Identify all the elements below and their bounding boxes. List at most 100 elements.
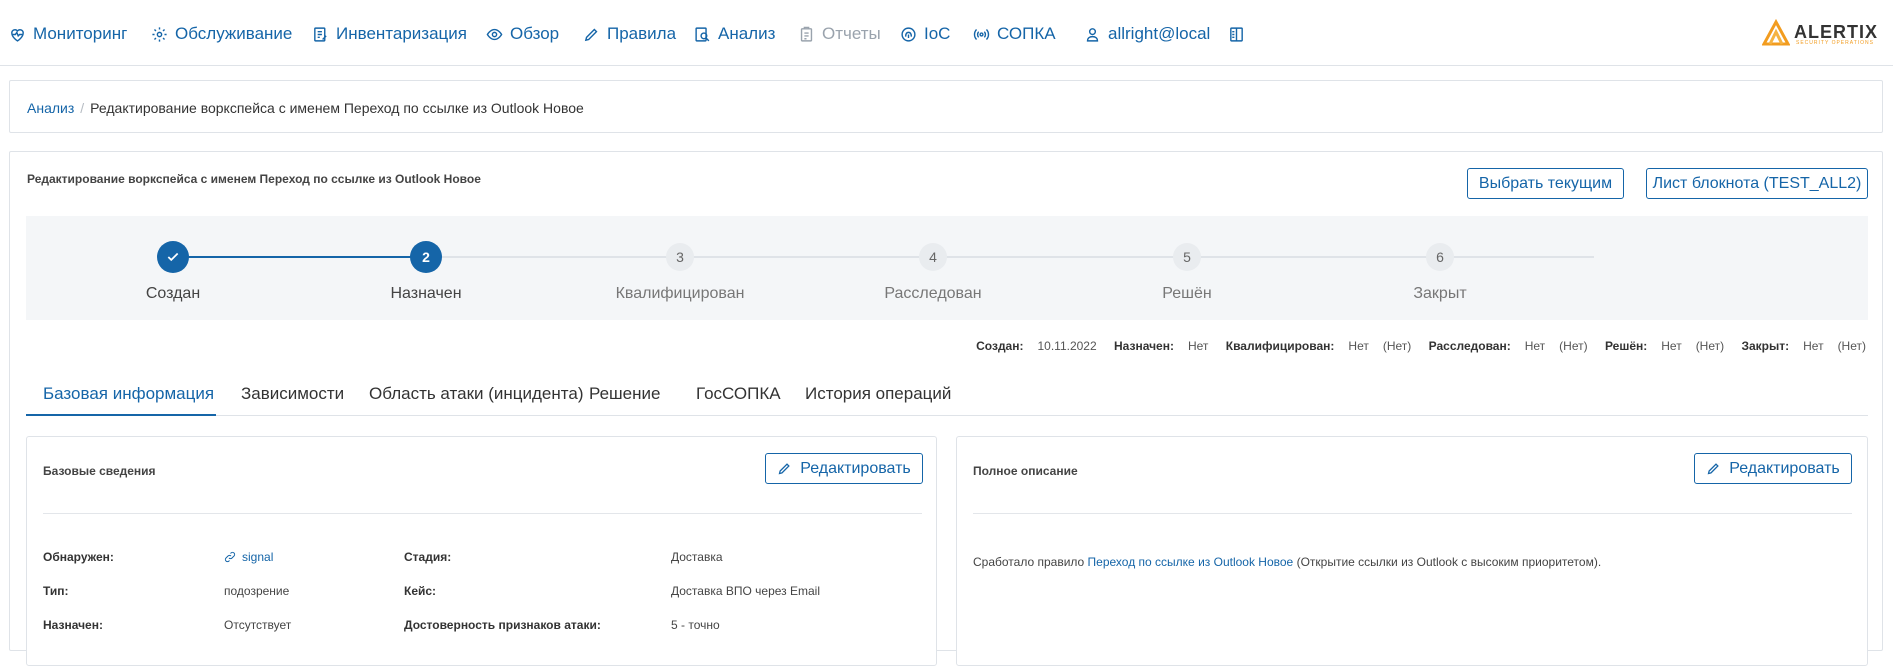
nav-user[interactable]: allright@local	[1084, 23, 1210, 45]
assigned-field-label: Назначен:	[43, 618, 103, 632]
report-icon	[800, 26, 813, 42]
step-4-label: Расследован	[884, 285, 982, 302]
step-connector-rest	[426, 256, 1594, 258]
step-3-label: Квалифицирован	[615, 285, 745, 302]
nav-rules-label: Правила	[607, 24, 677, 43]
check-icon	[167, 252, 179, 262]
pencil-icon	[1707, 463, 1719, 475]
breadcrumb-analysis-link[interactable]: Анализ	[27, 100, 74, 116]
fingerprint-icon	[901, 26, 916, 42]
workspace-panel: Редактирование воркспейса с именем Перех…	[9, 151, 1883, 666]
detected-link[interactable]: signal	[224, 550, 273, 564]
page-title: Редактирование воркспейса с именем Перех…	[27, 172, 481, 186]
nav-maintenance[interactable]: Обслуживание	[151, 23, 292, 45]
confidence-label: Достоверность признаков атаки:	[404, 618, 601, 632]
nav-rules[interactable]: Правила	[583, 23, 676, 45]
solved-value: Нет	[1661, 339, 1682, 353]
nav-sopka-label: СОПКА	[997, 24, 1056, 43]
step-3-circle: 3	[666, 243, 694, 271]
nav-inventory[interactable]: Инвентаризация	[312, 23, 467, 45]
top-navigation: Мониторинг Обслуживание Инвентаризация О…	[0, 0, 1893, 66]
tab-basic-info[interactable]: Базовая информация	[43, 384, 214, 404]
nav-monitoring[interactable]: Мониторинг	[9, 23, 127, 45]
step-2-label: Назначен	[390, 285, 462, 302]
basic-info-card: Базовые сведения Редактировать Обнаружен…	[26, 436, 937, 666]
investigated-extra: (Нет)	[1559, 339, 1588, 353]
closed-extra: (Нет)	[1837, 339, 1866, 353]
created-value: 10.11.2022	[1037, 339, 1097, 353]
breadcrumb: Анализ / Редактирование воркспейса с имене…	[27, 100, 584, 116]
stage-value: Доставка	[671, 550, 723, 564]
nav-monitoring-label: Мониторинг	[33, 24, 128, 43]
description-divider	[973, 513, 1852, 514]
description-suffix: (Открытие ссылки из Outlook с высоким пр…	[1293, 555, 1602, 569]
step-6-circle: 6	[1426, 243, 1454, 271]
pencil-icon	[584, 28, 598, 41]
step-1-label: Создан	[145, 285, 201, 302]
brand-name: ALERTIX	[1794, 22, 1879, 42]
nav-reports-label: Отчеты	[822, 24, 881, 43]
tab-dependencies[interactable]: Зависимости	[241, 384, 344, 404]
nav-ioc[interactable]: IoC	[900, 23, 950, 45]
breadcrumb-panel: Анализ / Редактирование воркспейса с имене…	[9, 80, 1883, 133]
brand-tagline: SECURITY OPERATIONS	[1796, 40, 1874, 46]
investigated-label: Расследован:	[1428, 339, 1511, 353]
assigned-label: Назначен:	[1114, 339, 1174, 353]
nav-analysis-label: Анализ	[718, 24, 776, 43]
nav-analysis[interactable]: Анализ	[694, 23, 775, 45]
nav-inventory-label: Инвентаризация	[336, 24, 467, 43]
breadcrumb-separator: /	[80, 100, 85, 116]
qualified-label: Квалифицирован:	[1225, 339, 1335, 353]
assigned-field-value: Отсутствует	[224, 618, 292, 632]
tab-bar: Базовая информация Зависимости Область а…	[26, 374, 1868, 416]
step-2-circle: 2	[410, 241, 442, 273]
closed-label: Закрыт:	[1741, 339, 1790, 353]
nav-sopka[interactable]: СОПКА	[973, 23, 1056, 45]
user-icon	[1086, 27, 1099, 42]
created-label: Создан:	[976, 339, 1024, 353]
status-stepper: Создан 2 Назначен 3 Квалифицирован 4 Рас…	[26, 216, 1868, 320]
clipboard-edit-icon	[314, 26, 327, 42]
solved-extra: (Нет)	[1695, 339, 1725, 353]
description-text: Сработало правило Переход по ссылке из O…	[973, 555, 1601, 569]
qualified-extra: (Нет)	[1382, 339, 1412, 353]
qualified-value: Нет	[1348, 339, 1369, 353]
tab-gossopka[interactable]: ГосСОПКА	[696, 384, 781, 404]
investigated-value: Нет	[1524, 339, 1546, 353]
step-1-circle	[157, 241, 189, 273]
alertix-logo-icon	[1762, 18, 1790, 46]
detected-label: Обнаружен:	[43, 550, 114, 564]
stage-label: Стадия:	[404, 550, 452, 564]
layout-toggle-button[interactable]	[1228, 23, 1252, 45]
select-current-button[interactable]: Выбрать текущим	[1467, 168, 1624, 199]
confidence-value: 5 - точно	[671, 618, 720, 632]
status-summary: Создан: 10.11.2022 Назначен: Нет Квалифици…	[976, 339, 1866, 353]
link-icon	[224, 551, 236, 563]
step-connector-1	[173, 256, 426, 258]
assigned-value: Нет	[1187, 339, 1209, 353]
rule-link[interactable]: Переход по ссылке из Outlook Новое	[1088, 555, 1294, 569]
case-value: Доставка ВПО через Email	[671, 584, 821, 598]
basic-info-edit-button[interactable]: Редактировать	[765, 453, 923, 484]
layout-columns-icon	[1230, 26, 1243, 42]
nav-overview-label: Обзор	[510, 24, 560, 43]
full-description-title: Полное описание	[973, 464, 1078, 478]
description-edit-label: Редактировать	[1729, 459, 1840, 477]
description-edit-button[interactable]: Редактировать	[1694, 453, 1852, 484]
case-label: Кейс:	[404, 584, 437, 598]
basic-info-edit-label: Редактировать	[800, 459, 911, 477]
notebook-button[interactable]: Лист блокнота (TEST_ALL2)	[1646, 168, 1868, 199]
search-document-icon	[695, 26, 710, 42]
nav-overview[interactable]: Обзор	[486, 23, 559, 45]
gear-icon	[152, 26, 167, 42]
tab-solution[interactable]: Решение	[589, 384, 660, 404]
detected-value: signal	[242, 550, 274, 564]
tab-operation-history[interactable]: История операций	[805, 384, 951, 404]
solved-label: Решён:	[1604, 339, 1648, 353]
nav-maintenance-label: Обслуживание	[175, 24, 293, 43]
type-label: Тип:	[43, 584, 69, 598]
basic-info-title: Базовые сведения	[43, 464, 156, 478]
active-tab-indicator	[26, 414, 216, 416]
tab-attack-scope[interactable]: Область атаки (инцидента)	[369, 384, 583, 404]
broadcast-icon	[973, 28, 990, 40]
